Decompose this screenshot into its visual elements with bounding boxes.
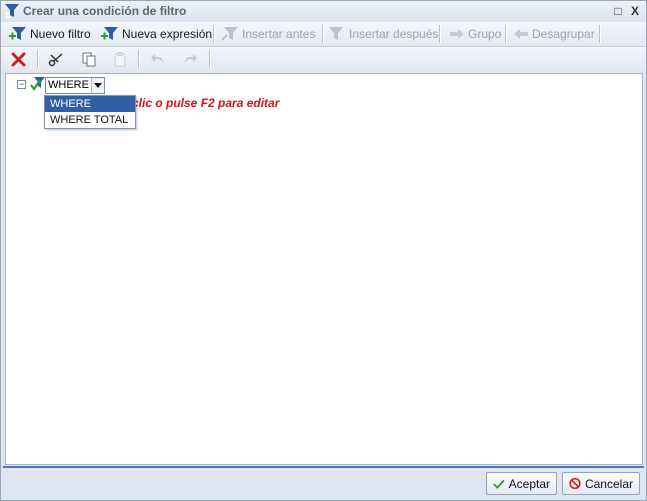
filter-editor-area[interactable]: − WHERE clic o pulse F2 para editar WHER… bbox=[5, 73, 643, 465]
redo-button[interactable] bbox=[181, 50, 199, 68]
toolbar-separator bbox=[209, 50, 211, 68]
copy-button[interactable] bbox=[80, 50, 98, 68]
accept-button[interactable]: Aceptar bbox=[486, 472, 557, 495]
funnel-add-icon bbox=[9, 27, 26, 40]
toolbar-separator bbox=[599, 25, 601, 43]
sigma-filter-app-icon: Σ bbox=[5, 4, 19, 19]
where-selector-value: WHERE bbox=[48, 79, 89, 91]
insert-after-button[interactable]: Insertar después bbox=[328, 25, 438, 43]
insert-after-label: Insertar después bbox=[349, 27, 439, 41]
insert-before-button[interactable]: Insertar antes bbox=[221, 25, 315, 43]
arrow-right-icon bbox=[450, 29, 464, 39]
new-expression-label: Nueva expresión bbox=[122, 27, 213, 41]
paste-button[interactable] bbox=[111, 50, 129, 68]
cut-button[interactable] bbox=[47, 50, 65, 68]
cancel-button[interactable]: Cancelar bbox=[562, 472, 640, 495]
toolbar-separator bbox=[439, 25, 441, 43]
where-selector[interactable]: WHERE bbox=[45, 77, 105, 94]
undo-icon bbox=[151, 54, 163, 63]
cancel-label: Cancelar bbox=[584, 476, 633, 491]
where-check-funnel-icon bbox=[30, 77, 45, 91]
new-expression-button[interactable]: Nueva expresión bbox=[101, 25, 212, 43]
collapse-toggle[interactable]: − bbox=[17, 80, 26, 89]
toolbar-separator bbox=[213, 25, 215, 43]
footer-divider bbox=[3, 466, 644, 468]
ungroup-button[interactable]: Desagrupar bbox=[513, 25, 595, 43]
edit-toolbar bbox=[1, 47, 646, 71]
dropdown-arrow-icon[interactable] bbox=[90, 78, 104, 93]
filter-condition-dialog: Σ Crear una condición de filtro □ X Nuev… bbox=[0, 0, 647, 501]
toolbar-separator bbox=[322, 25, 324, 43]
undo-button[interactable] bbox=[149, 50, 167, 68]
delete-button[interactable] bbox=[10, 50, 28, 68]
accept-label: Aceptar bbox=[508, 476, 550, 491]
close-button[interactable]: X bbox=[628, 4, 642, 18]
redo-icon bbox=[185, 54, 197, 63]
window-title: Crear una condición de filtro bbox=[23, 4, 187, 18]
group-label: Grupo bbox=[468, 27, 502, 41]
cancel-circle-icon bbox=[569, 477, 581, 490]
toolbar-separator bbox=[138, 50, 140, 68]
ungroup-label: Desagrupar bbox=[532, 27, 595, 41]
group-button[interactable]: Grupo bbox=[449, 25, 501, 43]
copy-icon bbox=[82, 52, 96, 67]
funnel-insert-after-icon bbox=[329, 27, 343, 40]
filter-toolbar: Nuevo filtro Nueva expresión Insertar an… bbox=[1, 22, 646, 47]
svg-text:Σ: Σ bbox=[5, 11, 10, 19]
paste-icon bbox=[114, 52, 126, 67]
title-bar[interactable]: Σ Crear una condición de filtro □ X bbox=[1, 1, 646, 21]
toolbar-separator bbox=[37, 50, 39, 68]
new-filter-button[interactable]: Nuevo filtro bbox=[9, 25, 91, 43]
toolbar-separator bbox=[505, 25, 507, 43]
delete-x-icon bbox=[11, 52, 26, 67]
funnel-insert-before-icon bbox=[221, 27, 238, 41]
where-dropdown-list: WHERE WHERE TOTAL bbox=[44, 95, 136, 129]
new-filter-label: Nuevo filtro bbox=[30, 27, 91, 41]
cut-scissors-icon bbox=[48, 53, 63, 67]
arrow-left-icon bbox=[514, 29, 528, 39]
edit-hint: clic o pulse F2 para editar bbox=[132, 96, 280, 110]
dropdown-option-where-total[interactable]: WHERE TOTAL bbox=[45, 112, 135, 128]
checkmark-icon bbox=[493, 479, 505, 489]
dropdown-option-where[interactable]: WHERE bbox=[45, 96, 135, 112]
maximize-button[interactable]: □ bbox=[611, 4, 625, 18]
funnel-add-icon bbox=[101, 27, 118, 40]
insert-before-label: Insertar antes bbox=[242, 27, 316, 41]
